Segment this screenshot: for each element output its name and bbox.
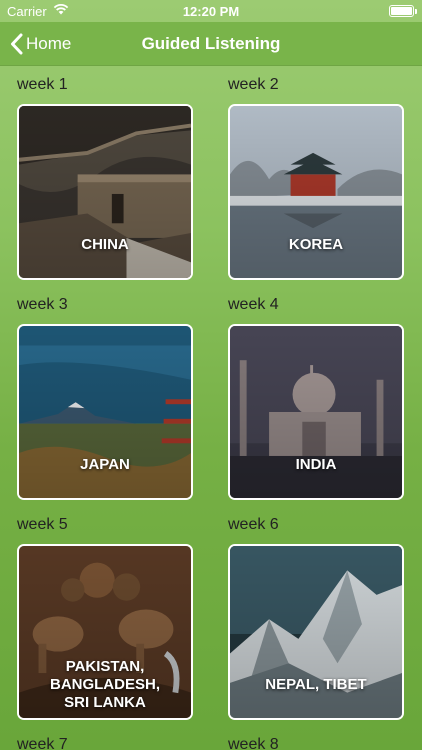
week-label: week 7: [17, 736, 68, 750]
week-label: week 8: [228, 736, 279, 750]
country-label: KOREA: [288, 236, 344, 253]
week-label: week 3: [17, 296, 68, 313]
navigation-bar: Home Guided Listening: [0, 22, 422, 66]
week-card-china[interactable]: CHINA: [17, 104, 193, 280]
week-label: week 4: [228, 296, 279, 313]
week-label: week 6: [228, 516, 279, 533]
week-label: week 1: [17, 76, 68, 93]
week-card-japan[interactable]: JAPAN: [17, 324, 193, 500]
country-label: CHINA: [81, 236, 129, 253]
country-label: NEPAL, TIBET: [265, 676, 367, 693]
week-card-pakistan-bangladesh-sri-lanka[interactable]: PAKISTAN, BANGLADESH, SRI LANKA: [17, 544, 193, 720]
week-card-india[interactable]: INDIA: [228, 324, 404, 500]
clock: 12:20 PM: [182, 4, 240, 19]
week-label: week 2: [228, 76, 279, 93]
week-card-nepal-tibet[interactable]: NEPAL, TIBET: [228, 544, 404, 720]
country-label: INDIA: [295, 456, 337, 473]
week-card-korea[interactable]: KOREA: [228, 104, 404, 280]
status-bar: Carrier 12:20 PM: [0, 0, 422, 22]
country-label: PAKISTAN, BANGLADESH, SRI LANKA: [49, 658, 160, 711]
battery-icon: [389, 5, 417, 17]
country-label: JAPAN: [80, 456, 130, 473]
page-title: Guided Listening: [141, 34, 281, 53]
week-label: week 5: [17, 516, 68, 533]
